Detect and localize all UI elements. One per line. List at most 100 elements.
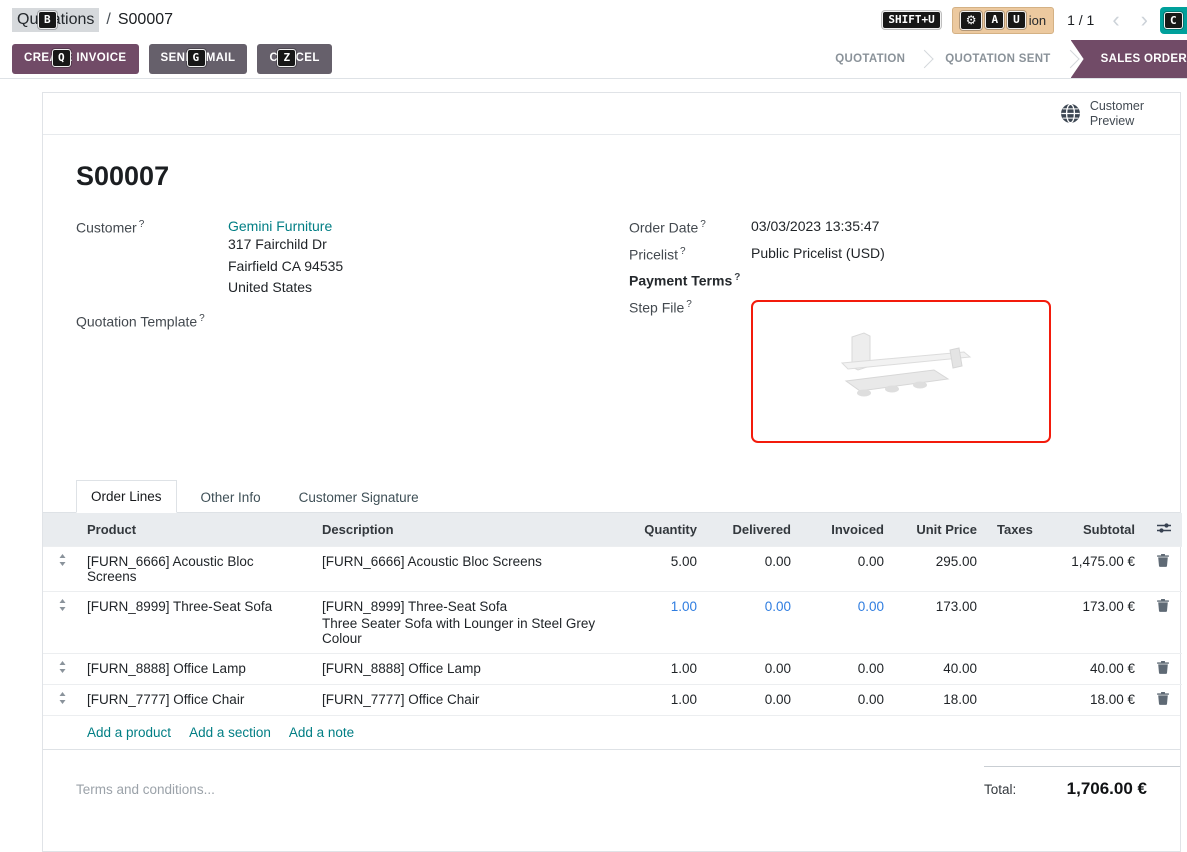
notebook-tabs: Order Lines Other Info Customer Signatur… (43, 480, 1180, 513)
3d-model-image (806, 321, 996, 421)
table-row[interactable]: [FURN_8888] Office Lamp [FURN_8888] Offi… (43, 653, 1182, 684)
quantity-cell[interactable]: 1.00 (617, 591, 707, 653)
delete-line-button[interactable] (1157, 661, 1169, 677)
invoiced-cell[interactable]: 0.00 (801, 591, 894, 653)
form-grid: Customer? Gemini Furniture 317 Fairchild… (76, 218, 1147, 452)
step-file-image-field[interactable] (751, 300, 1051, 443)
customer-preview-button[interactable]: Customer Preview (1090, 99, 1144, 129)
kbd-hint-z: Z (277, 49, 296, 67)
description-cell: [FURN_8999] Three-Seat Sofa Three Seater… (312, 591, 617, 653)
tab-customer-signature[interactable]: Customer Signature (285, 482, 433, 513)
quantity-cell: 1.00 (617, 684, 707, 715)
table-row[interactable]: [FURN_6666] Acoustic Bloc Screens [FURN_… (43, 546, 1182, 591)
drag-handle[interactable] (43, 684, 77, 715)
trash-icon (1157, 599, 1169, 612)
delete-line-button[interactable] (1157, 554, 1169, 570)
action-menu-button[interactable]: ⚙ A U ion (952, 7, 1054, 34)
add-a-section-link[interactable]: Add a section (189, 725, 271, 740)
stage-sales-order-label: SALES ORDER (1101, 53, 1187, 65)
table-header-row: Product Description Quantity Delivered I… (43, 513, 1182, 547)
delivered-cell: 0.00 (707, 684, 801, 715)
terms-and-conditions-input[interactable]: Terms and conditions... (76, 782, 215, 799)
add-a-product-link[interactable]: Add a product (87, 725, 171, 740)
invoiced-cell: 0.00 (801, 546, 894, 591)
pager-next-button[interactable]: › (1136, 9, 1153, 31)
unit-price-cell: 40.00 (894, 653, 987, 684)
unit-price-cell: 173.00 (894, 591, 987, 653)
subtotal-cell: 18.00 € (1035, 684, 1145, 715)
delete-line-button[interactable] (1157, 599, 1169, 615)
delete-line-cell (1145, 546, 1182, 591)
kbd-hint-c: C (1164, 12, 1183, 30)
total-label: Total: (984, 782, 1016, 797)
send-email-button[interactable]: SEND EMAIL G (149, 44, 248, 74)
tab-other-info[interactable]: Other Info (187, 482, 275, 513)
step-file-field-row: Step File? (629, 298, 1147, 443)
stage-quotation-sent[interactable]: QUOTATION SENT (925, 40, 1070, 78)
pager-previous-button[interactable]: ‹ (1107, 9, 1124, 31)
help-icon: ? (700, 219, 706, 230)
form-sheet: Customer Preview S00007 Customer? Gemini… (42, 92, 1181, 852)
chevron-right-icon: › (1141, 7, 1148, 32)
trash-icon (1157, 554, 1169, 567)
help-icon: ? (199, 313, 205, 324)
action-menu-label: ion (1029, 13, 1046, 28)
add-a-note-link[interactable]: Add a note (289, 725, 354, 740)
action-buttons-group: CREATE INVOICE Q SEND EMAIL G CANCEL Z (12, 40, 332, 78)
pricelist-label: Pricelist? (629, 245, 751, 263)
drag-handle-icon (58, 661, 67, 673)
pricelist-value[interactable]: Public Pricelist (USD) (751, 245, 1147, 261)
drag-handle[interactable] (43, 591, 77, 653)
order-date-field-row: Order Date? 03/03/2023 13:35:47 (629, 218, 1147, 236)
cancel-button[interactable]: CANCEL Z (257, 44, 331, 74)
customer-label: Customer? (76, 218, 228, 236)
delete-line-button[interactable] (1157, 692, 1169, 708)
gear-icon: ⚙ (960, 11, 983, 30)
drag-handle[interactable] (43, 653, 77, 684)
sheet-footer: Terms and conditions... Total: 1,706.00 … (43, 750, 1180, 799)
stage-quotation-label: QUOTATION (835, 53, 905, 65)
subtotal-cell: 173.00 € (1035, 591, 1145, 653)
invoiced-column-header: Invoiced (801, 513, 894, 547)
taxes-cell (987, 653, 1035, 684)
delivered-cell[interactable]: 0.00 (707, 591, 801, 653)
order-lines-table: Product Description Quantity Delivered I… (43, 513, 1182, 715)
taxes-cell (987, 546, 1035, 591)
unit-price-column-header: Unit Price (894, 513, 987, 547)
page-title[interactable]: S00007 (76, 161, 1147, 192)
handle-column-header (43, 513, 77, 547)
pager-value[interactable]: 1 / 1 (1065, 12, 1096, 28)
kbd-hint-b: B (38, 11, 57, 29)
customer-link[interactable]: Gemini Furniture (228, 218, 332, 234)
order-date-value[interactable]: 03/03/2023 13:35:47 (751, 218, 1147, 234)
kbd-hint-g: G (187, 49, 206, 67)
table-row[interactable]: [FURN_8999] Three-Seat Sofa [FURN_8999] … (43, 591, 1182, 653)
breadcrumb: Quotations B / S00007 (12, 8, 173, 32)
order-date-label: Order Date? (629, 218, 751, 236)
drag-handle-icon (58, 554, 67, 566)
create-invoice-button[interactable]: CREATE INVOICE Q (12, 44, 139, 74)
stage-quotation[interactable]: QUOTATION (815, 40, 925, 78)
taxes-column-header: Taxes (987, 513, 1035, 547)
kbd-hint-q: Q (52, 49, 71, 67)
quotation-template-label: Quotation Template? (76, 312, 228, 330)
breadcrumb-current: S00007 (118, 11, 173, 29)
create-invoice-label: CREATE INVOICE (24, 52, 127, 64)
customer-value: Gemini Furniture 317 Fairchild Dr Fairfi… (228, 218, 629, 299)
table-row[interactable]: [FURN_7777] Office Chair [FURN_7777] Off… (43, 684, 1182, 715)
subtotal-cell: 1,475.00 € (1035, 546, 1145, 591)
customer-preview-line1: Customer (1090, 99, 1144, 114)
tab-order-lines[interactable]: Order Lines (76, 480, 177, 513)
drag-handle-icon (58, 599, 67, 611)
create-button[interactable]: C (1160, 7, 1187, 34)
breadcrumb-quotations[interactable]: Quotations B (12, 8, 99, 32)
column-sliders-icon (1157, 522, 1171, 534)
description-cell: [FURN_7777] Office Chair (312, 684, 617, 715)
stage-quotation-sent-label: QUOTATION SENT (945, 53, 1050, 65)
help-icon: ? (139, 219, 145, 230)
optional-columns-toggle[interactable] (1145, 513, 1182, 547)
stage-sales-order[interactable]: SALES ORDER (1071, 40, 1187, 78)
control-panel-right: SHIFT+U ⚙ A U ion 1 / 1 ‹ › (882, 7, 1153, 34)
help-icon: ? (680, 246, 686, 257)
drag-handle[interactable] (43, 546, 77, 591)
